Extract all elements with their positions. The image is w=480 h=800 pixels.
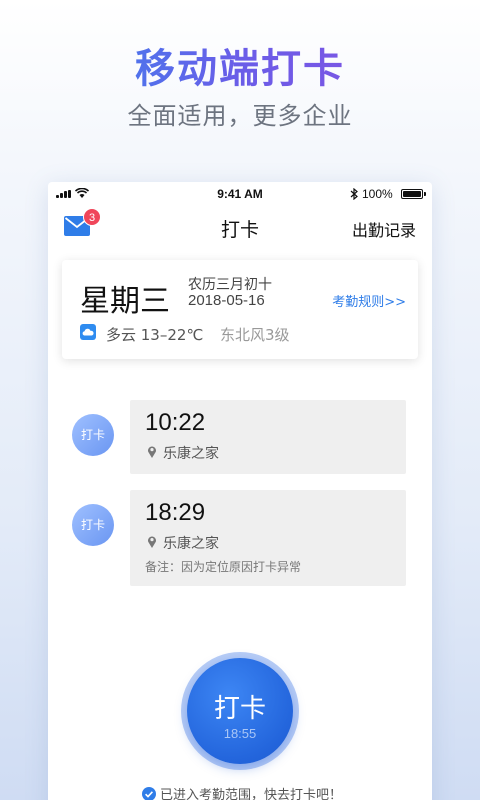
battery-icon (401, 189, 426, 199)
status-bar: 9:41 AM 100% (48, 182, 432, 206)
location-pin-icon (148, 536, 156, 548)
punch-button-time: 18:55 (223, 726, 257, 741)
check-circle-icon (142, 787, 156, 800)
bluetooth-icon (350, 188, 358, 200)
range-tip: 已进入考勤范围，快去打卡吧！ (160, 788, 343, 800)
attendance-rules-link[interactable]: 考勤规则>> (332, 291, 406, 310)
punch-record: 18:29 乐康之家 备注：因为定位原因打卡异常 (130, 490, 406, 586)
solar-date: 2018-05-16 (188, 292, 265, 309)
record-place: 乐康之家 (163, 446, 219, 462)
punch-button[interactable]: 打卡 18:55 (187, 658, 293, 764)
battery-percent: 100% (362, 187, 393, 201)
punch-record: 10:22 乐康之家 (130, 400, 406, 474)
lunar-date: 农历三月初十 (188, 277, 272, 293)
record-time: 18:29 (145, 499, 206, 526)
cloudy-icon (80, 324, 96, 340)
wind-text: 东北风3级 (220, 326, 290, 344)
record-time: 10:22 (145, 409, 206, 436)
weekday: 星期三 (80, 284, 170, 319)
promo-title: 移动端打卡 (0, 36, 480, 94)
record-place: 乐康之家 (163, 536, 219, 552)
promo-subtitle: 全面适用，更多企业 (127, 102, 353, 130)
location-pin-icon (148, 446, 156, 458)
date-card: 星期三 农历三月初十 2018-05-16 考勤规则>> 多云 13–22℃ 东… (62, 260, 418, 359)
punch-dot-2: 打卡 (72, 504, 114, 546)
attendance-record-link[interactable]: 出勤记录 (352, 217, 416, 241)
phone-screen: 9:41 AM 100% 3 打卡 出勤记录 星期三 农历三月初十 2018-0… (48, 182, 432, 800)
record-note: 备注：因为定位原因打卡异常 (145, 560, 302, 574)
punch-dot-1: 打卡 (72, 414, 114, 456)
weather-text: 多云 13–22℃ (106, 326, 204, 344)
nav-bar: 3 打卡 出勤记录 (48, 208, 432, 250)
punch-button-label: 打卡 (213, 694, 266, 724)
